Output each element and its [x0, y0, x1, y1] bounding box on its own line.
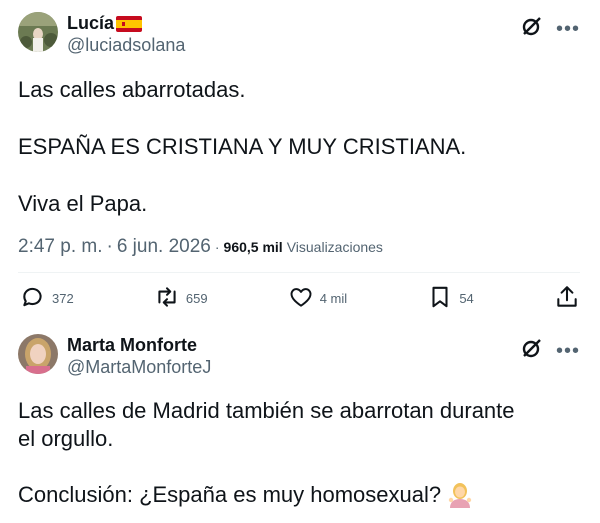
bookmark-count: 54 [459, 291, 474, 306]
repost-button[interactable]: 659 [154, 284, 208, 313]
tweet-actions: 372 659 4 mil 54 [20, 284, 580, 313]
share-up-arrow-icon [554, 284, 580, 313]
tweet-line: Conclusión: ¿España es muy homosexual? [18, 482, 442, 507]
separator: · [214, 239, 220, 255]
reply-count: 372 [52, 291, 74, 306]
timestamp[interactable]: 2:47 p. m. [18, 236, 103, 258]
tweet-text: Las calles abarrotadas. ESPAÑA ES CRISTI… [18, 76, 580, 218]
tweet-line: Las calles de Madrid también se abarrota… [18, 398, 515, 423]
avatar[interactable] [18, 334, 58, 374]
tweet-header: Lucía @luciadsolana [18, 12, 185, 56]
views-count: 960,5 mil [223, 239, 283, 255]
divider [18, 272, 580, 273]
spain-flag-icon [116, 15, 143, 32]
tweet-meta: 2:47 p. m. · 6 jun. 2026 · 960,5 mil Vis… [18, 236, 383, 258]
tweet-line: ESPAÑA ES CRISTIANA Y MUY CRISTIANA. [18, 134, 467, 159]
heart-icon [288, 284, 314, 313]
repost-arrows-icon [154, 284, 180, 313]
reply-button[interactable]: 372 [20, 284, 74, 313]
bookmark-icon [427, 284, 453, 313]
more-dots-icon[interactable]: ••• [556, 19, 580, 39]
tweet-text: Las calles de Madrid también se abarrota… [18, 397, 580, 509]
bookmark-button[interactable]: 54 [427, 284, 474, 313]
like-button[interactable]: 4 mil [288, 284, 347, 313]
handle[interactable]: @MartaMonforteJ [67, 356, 211, 378]
like-count: 4 mil [319, 291, 348, 306]
grok-slash-circle-icon[interactable] [520, 14, 544, 43]
reply-bubble-icon [20, 284, 46, 313]
date[interactable]: 6 jun. 2026 [117, 236, 211, 258]
separator: · [106, 236, 113, 257]
display-name[interactable]: Marta Monforte [67, 334, 211, 356]
repost-count: 659 [185, 291, 208, 306]
tweet-header: Marta Monforte @MartaMonforteJ [18, 334, 211, 378]
avatar[interactable] [18, 12, 58, 52]
grok-slash-circle-icon[interactable] [520, 336, 544, 365]
share-button[interactable] [554, 284, 580, 313]
tweet-line: Viva el Papa. [18, 191, 148, 216]
views-label: Visualizaciones [286, 239, 383, 255]
woman-shrugging-emoji-icon [447, 482, 473, 508]
tweet-line: Las calles abarrotadas. [18, 77, 246, 102]
handle[interactable]: @luciadsolana [67, 34, 185, 56]
display-name[interactable]: Lucía [67, 12, 114, 34]
more-dots-icon[interactable]: ••• [556, 341, 580, 361]
tweet-line: el orgullo. [18, 426, 114, 451]
